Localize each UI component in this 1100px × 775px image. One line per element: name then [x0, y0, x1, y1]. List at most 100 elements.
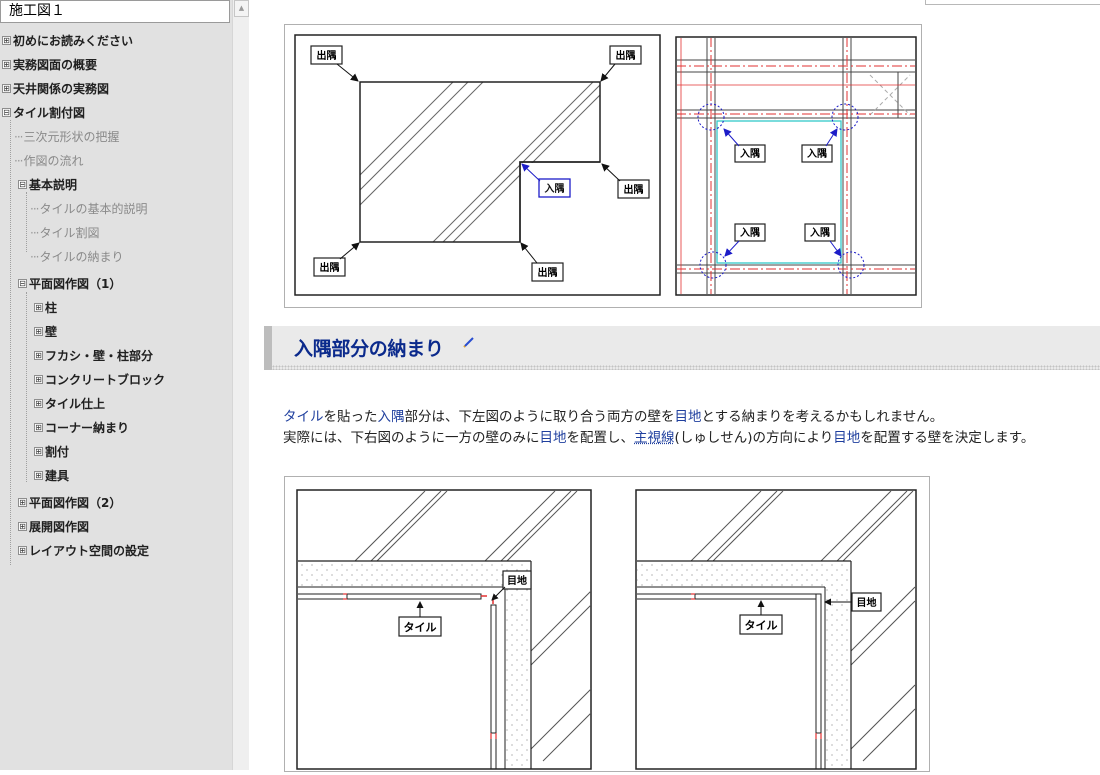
svg-text:入隅: 入隅 [810, 227, 830, 239]
tree-item-fittings[interactable]: ⊞ 建具 [34, 466, 69, 486]
text: を配置し、 [566, 430, 635, 446]
tree-item-label: 平面図作図（1） [29, 277, 122, 291]
svg-text:入隅: 入隅 [807, 148, 827, 160]
expand-icon[interactable]: ⊞ [18, 522, 27, 531]
paragraph-line-2: 実際には、下右図のように一方の壁のみに目地を配置し、主視線(しゅしせん)の方向に… [283, 426, 1034, 446]
joint-detail-diagram: タイル 目地 タイル 目地 [296, 489, 917, 770]
text: (しゅしせん)の方向により [674, 430, 834, 446]
tree-item-layout-space[interactable]: ⊞ レイアウト空間の設定 [18, 541, 149, 561]
collapse-icon[interactable]: ⊟ [2, 108, 11, 117]
expand-icon[interactable]: ⊞ [2, 60, 11, 69]
tree-item-concrete-block[interactable]: ⊞ コンクリートブロック [34, 370, 165, 390]
svg-text:出隅: 出隅 [538, 266, 558, 279]
tree-item-label: 基本説明 [29, 178, 78, 192]
sidebar-scrollbar[interactable]: ▲ [232, 0, 249, 770]
expand-icon[interactable]: ⊞ [2, 84, 11, 93]
tree-item-label: 初めにお読みください [13, 34, 134, 48]
tree-item-tile-layout[interactable]: ⊟ タイル割付図 [2, 103, 85, 123]
svg-text:入隅: 入隅 [545, 183, 565, 195]
tree-item-label: 三次元形状の把握 [23, 130, 120, 144]
tree-item-allocation[interactable]: ⊞ 割付 [34, 442, 69, 462]
svg-text:出隅: 出隅 [317, 49, 337, 62]
tree-item-label: コーナー納まり [45, 421, 130, 435]
tree-item-label: コンクリートブロック [45, 373, 166, 387]
tree-item-label: タイルの基本的説明 [39, 202, 148, 216]
figure-corners: 出隅 出隅 出隅 入隅 出隅 出隅 入隅 入隅 入隅 入隅 [284, 24, 922, 308]
tree-item-label: 天井関係の実務図 [13, 82, 110, 96]
svg-text:目地: 目地 [507, 574, 527, 587]
link-joint[interactable]: 目地 [540, 430, 567, 446]
tree-item-label: 平面図作図（2） [29, 496, 122, 510]
link-inner-corner[interactable]: 入隅 [378, 409, 405, 425]
svg-text:目地: 目地 [857, 596, 877, 609]
tree-item-label: 建具 [45, 469, 70, 483]
tree-item-elevation[interactable]: ⊞ 展開図作図 [18, 517, 89, 537]
tree-item-label: 壁 [45, 325, 58, 339]
collapse-icon[interactable]: ⊟ [18, 180, 27, 189]
tree-item-practical-overview[interactable]: ⊞ 実務図面の概要 [2, 55, 97, 75]
expand-icon[interactable]: ⊞ [34, 471, 43, 480]
expand-icon[interactable]: ⊞ [34, 375, 43, 384]
collapse-icon[interactable]: ⊟ [18, 279, 27, 288]
text: 部分は、下左図のように取り合う両方の壁を [404, 409, 675, 425]
expand-icon[interactable]: ⊞ [34, 351, 43, 360]
tree-item-label: タイル割付図 [13, 106, 86, 120]
expand-icon[interactable]: ⊞ [34, 327, 43, 336]
svg-text:入隅: 入隅 [740, 227, 760, 239]
paragraph-line-1: タイルを貼った入隅部分は、下左図のように取り合う両方の壁を目地とする納まりを考え… [283, 405, 943, 425]
svg-text:入隅: 入隅 [740, 148, 760, 160]
svg-text:タイル: タイル [404, 621, 437, 634]
tree-item-tile-finish[interactable]: ⊞ タイル仕上 [34, 394, 105, 414]
expand-icon[interactable]: ⊞ [34, 399, 43, 408]
tree-item-plan-1[interactable]: ⊟ 平面図作図（1） [18, 274, 121, 294]
tree-item-tile-split[interactable]: ···タイル割図 [30, 223, 99, 243]
tree-item-plan-2[interactable]: ⊞ 平面図作図（2） [18, 493, 121, 513]
expand-icon[interactable]: ⊞ [18, 546, 27, 555]
tree-item-label: 展開図作図 [29, 520, 90, 534]
tree-item-tile-basics[interactable]: ···タイルの基本的説明 [30, 199, 147, 219]
scroll-up-button[interactable]: ▲ [234, 0, 249, 17]
text: を配置する壁を決定します。 [860, 430, 1035, 446]
tree-item-label: タイル割図 [39, 226, 100, 240]
tree-item-label: 割付 [45, 445, 70, 459]
tree-item-label: タイルの納まり [39, 250, 124, 264]
tree-item-tile-fit[interactable]: ···タイルの納まり [30, 247, 123, 267]
tree-item-ceiling-drawings[interactable]: ⊞ 天井関係の実務図 [2, 79, 109, 99]
tree-item-basic-explanation[interactable]: ⊟ 基本説明 [18, 175, 77, 195]
expand-icon[interactable]: ⊞ [34, 423, 43, 432]
expand-icon[interactable]: ⊞ [34, 303, 43, 312]
link-joint[interactable]: 目地 [675, 409, 702, 425]
expand-icon[interactable]: ⊞ [18, 498, 27, 507]
corner-diagram: 出隅 出隅 出隅 入隅 出隅 出隅 入隅 入隅 入隅 入隅 [294, 34, 917, 296]
tree-item-first-read[interactable]: ⊞ 初めにお読みください [2, 31, 133, 51]
tree-guide-line [26, 292, 27, 482]
text: 実際には、下右図のように一方の壁のみに [283, 430, 540, 446]
tree-item-drawing-flow[interactable]: ···作図の流れ [14, 151, 83, 171]
tree-item-label: 柱 [45, 301, 58, 315]
sidebar-title: 施工図１ [0, 0, 230, 23]
expand-icon[interactable]: ⊞ [2, 36, 11, 45]
tree-item-label: 作図の流れ [23, 154, 84, 168]
svg-text:出隅: 出隅 [616, 49, 636, 62]
tree-item-wall[interactable]: ⊞ 壁 [34, 322, 57, 342]
figure-joint-details: タイル 目地 タイル 目地 [284, 476, 930, 772]
expand-icon[interactable]: ⊞ [34, 447, 43, 456]
link-tile[interactable]: タイル [283, 409, 324, 425]
tree-item-3d-shape[interactable]: ···三次元形状の把握 [14, 127, 119, 147]
section-header: 入隅部分の納まり [264, 326, 1100, 370]
pencil-icon[interactable] [462, 335, 476, 349]
tree-item-corner-fit[interactable]: ⊞ コーナー納まり [34, 418, 129, 438]
tree-guide-line [26, 192, 27, 252]
text: を貼った [323, 409, 378, 425]
tree-item-label: フカシ・壁・柱部分 [45, 349, 154, 363]
svg-text:出隅: 出隅 [624, 183, 644, 196]
tree-item-label: 実務図面の概要 [13, 58, 98, 72]
search-input[interactable] [925, 0, 1100, 5]
svg-text:出隅: 出隅 [320, 261, 340, 274]
tree-item-label: レイアウト空間の設定 [29, 544, 150, 558]
tree-guide-line [10, 120, 11, 565]
tree-item-fukashi[interactable]: ⊞ フカシ・壁・柱部分 [34, 346, 153, 366]
link-main-sightline[interactable]: 主視線 [634, 430, 675, 446]
link-joint[interactable]: 目地 [833, 430, 860, 446]
tree-item-column[interactable]: ⊞ 柱 [34, 298, 57, 318]
